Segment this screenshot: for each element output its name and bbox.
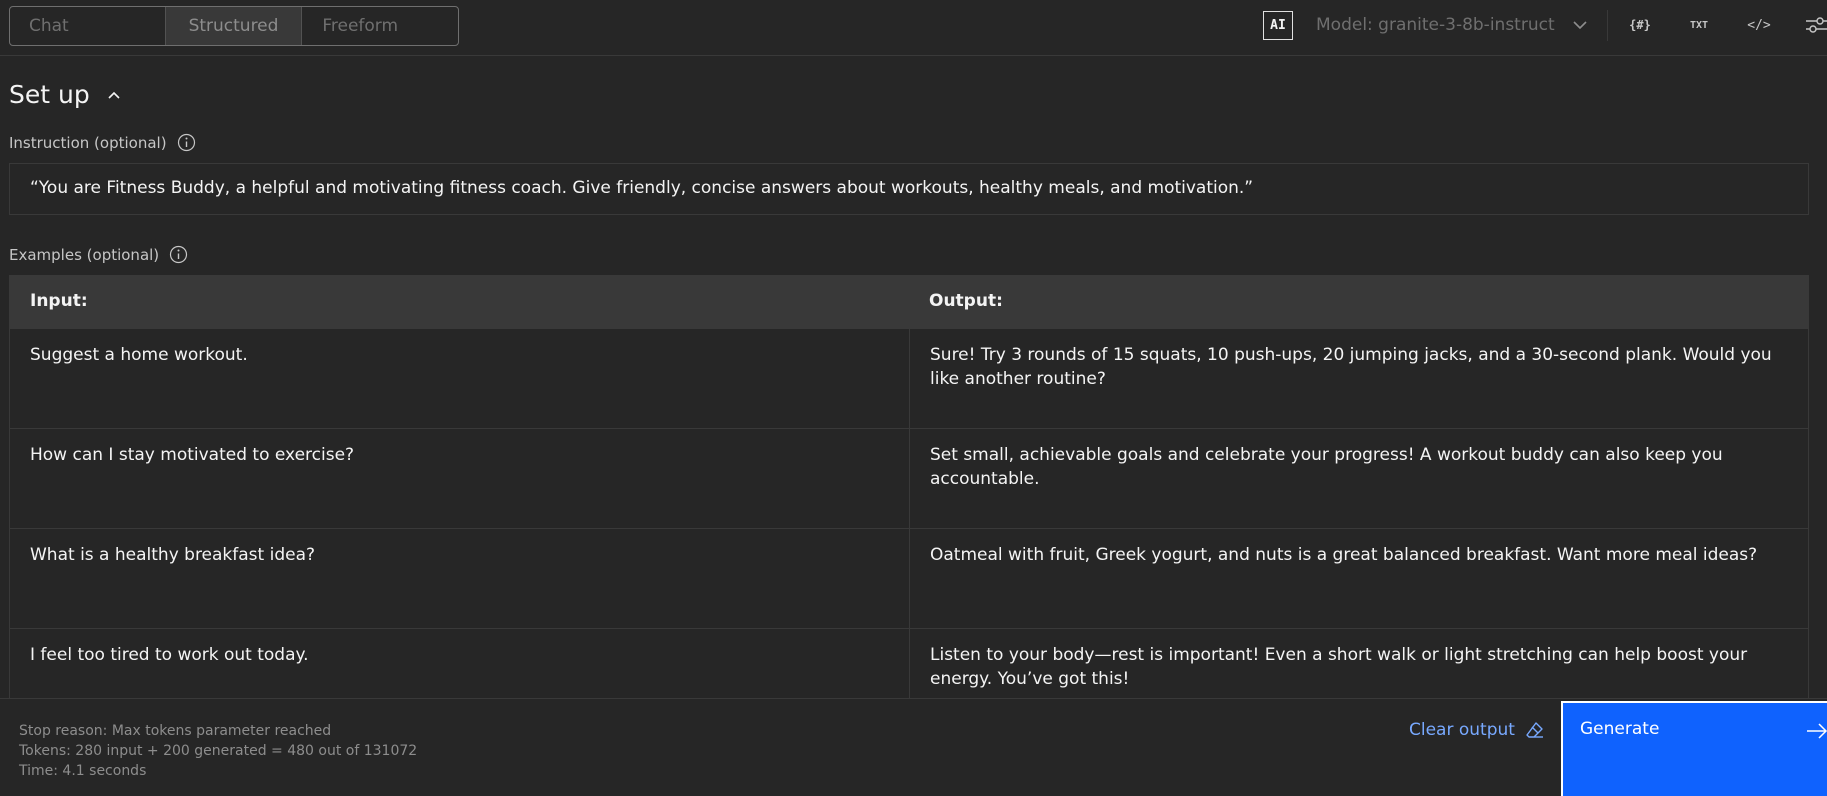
footer-bar: Stop reason: Max tokens parameter reache… xyxy=(0,698,1827,796)
variables-button[interactable]: {#} xyxy=(1628,13,1652,37)
examples-label: Examples (optional) xyxy=(9,245,188,264)
token-count: Tokens: 280 input + 200 generated = 480 … xyxy=(19,743,418,759)
instruction-field[interactable]: “You are Fitness Buddy, a helpful and mo… xyxy=(9,163,1809,215)
generation-stats: Stop reason: Max tokens parameter reache… xyxy=(19,721,417,781)
table-row: I feel too tired to work out today. List… xyxy=(10,629,1808,698)
model-label: Model: granite-3-8b-instruct xyxy=(1316,15,1555,35)
setup-header[interactable]: Set up xyxy=(9,80,122,109)
column-header-output: Output: xyxy=(929,291,1003,311)
clear-output-button[interactable]: Clear output xyxy=(1409,715,1545,745)
toolbar-divider xyxy=(1607,10,1608,41)
example-output-cell[interactable]: Listen to your body—rest is important! E… xyxy=(909,629,1808,698)
chevron-up-icon xyxy=(108,91,120,99)
chevron-down-icon xyxy=(1573,21,1587,30)
example-input-cell[interactable]: I feel too tired to work out today. xyxy=(10,629,909,698)
table-row: Suggest a home workout. Sure! Try 3 roun… xyxy=(10,329,1808,429)
mode-structured[interactable]: Structured xyxy=(165,7,303,45)
table-row: How can I stay motivated to exercise? Se… xyxy=(10,429,1808,529)
example-output-cell[interactable]: Oatmeal with fruit, Greek yogurt, and nu… xyxy=(909,529,1808,628)
top-bar: Chat Structured Freeform AI Model: grani… xyxy=(0,0,1827,56)
table-row: What is a healthy breakfast idea? Oatmea… xyxy=(10,529,1808,629)
example-input-cell[interactable]: Suggest a home workout. xyxy=(10,329,909,428)
text-view-button[interactable]: TXT xyxy=(1688,13,1710,37)
example-output-cell[interactable]: Set small, achievable goals and celebrat… xyxy=(909,429,1808,528)
generate-button[interactable]: Generate xyxy=(1561,701,1827,796)
examples-table: Input: Output: Suggest a home workout. S… xyxy=(9,275,1809,698)
table-header: Input: Output: xyxy=(10,275,1808,329)
info-icon[interactable] xyxy=(169,245,188,264)
example-input-cell[interactable]: What is a healthy breakfast idea? xyxy=(10,529,909,628)
settings-button[interactable] xyxy=(1806,13,1827,37)
example-input-cell[interactable]: How can I stay motivated to exercise? xyxy=(10,429,909,528)
generate-label: Generate xyxy=(1580,719,1660,739)
instruction-label-text: Instruction (optional) xyxy=(9,133,167,152)
clear-output-label: Clear output xyxy=(1409,720,1515,740)
example-output-cell[interactable]: Sure! Try 3 rounds of 15 squats, 10 push… xyxy=(909,329,1808,428)
instruction-label: Instruction (optional) xyxy=(9,133,196,152)
examples-label-text: Examples (optional) xyxy=(9,245,160,264)
stop-reason: Stop reason: Max tokens parameter reache… xyxy=(19,723,332,739)
model-selector[interactable]: Model: granite-3-8b-instruct xyxy=(1316,13,1591,37)
info-icon[interactable] xyxy=(177,133,196,152)
setup-title: Set up xyxy=(9,80,90,109)
arrow-right-icon xyxy=(1807,723,1827,739)
mode-chat[interactable]: Chat xyxy=(10,7,166,45)
column-header-input: Input: xyxy=(30,291,88,311)
ai-badge: AI xyxy=(1263,11,1293,40)
mode-switcher: Chat Structured Freeform xyxy=(9,6,459,46)
eraser-icon xyxy=(1526,722,1543,738)
code-view-button[interactable]: </> xyxy=(1747,13,1771,37)
generation-time: Time: 4.1 seconds xyxy=(19,763,147,779)
sliders-icon xyxy=(1806,17,1827,33)
mode-freeform[interactable]: Freeform xyxy=(302,7,458,45)
